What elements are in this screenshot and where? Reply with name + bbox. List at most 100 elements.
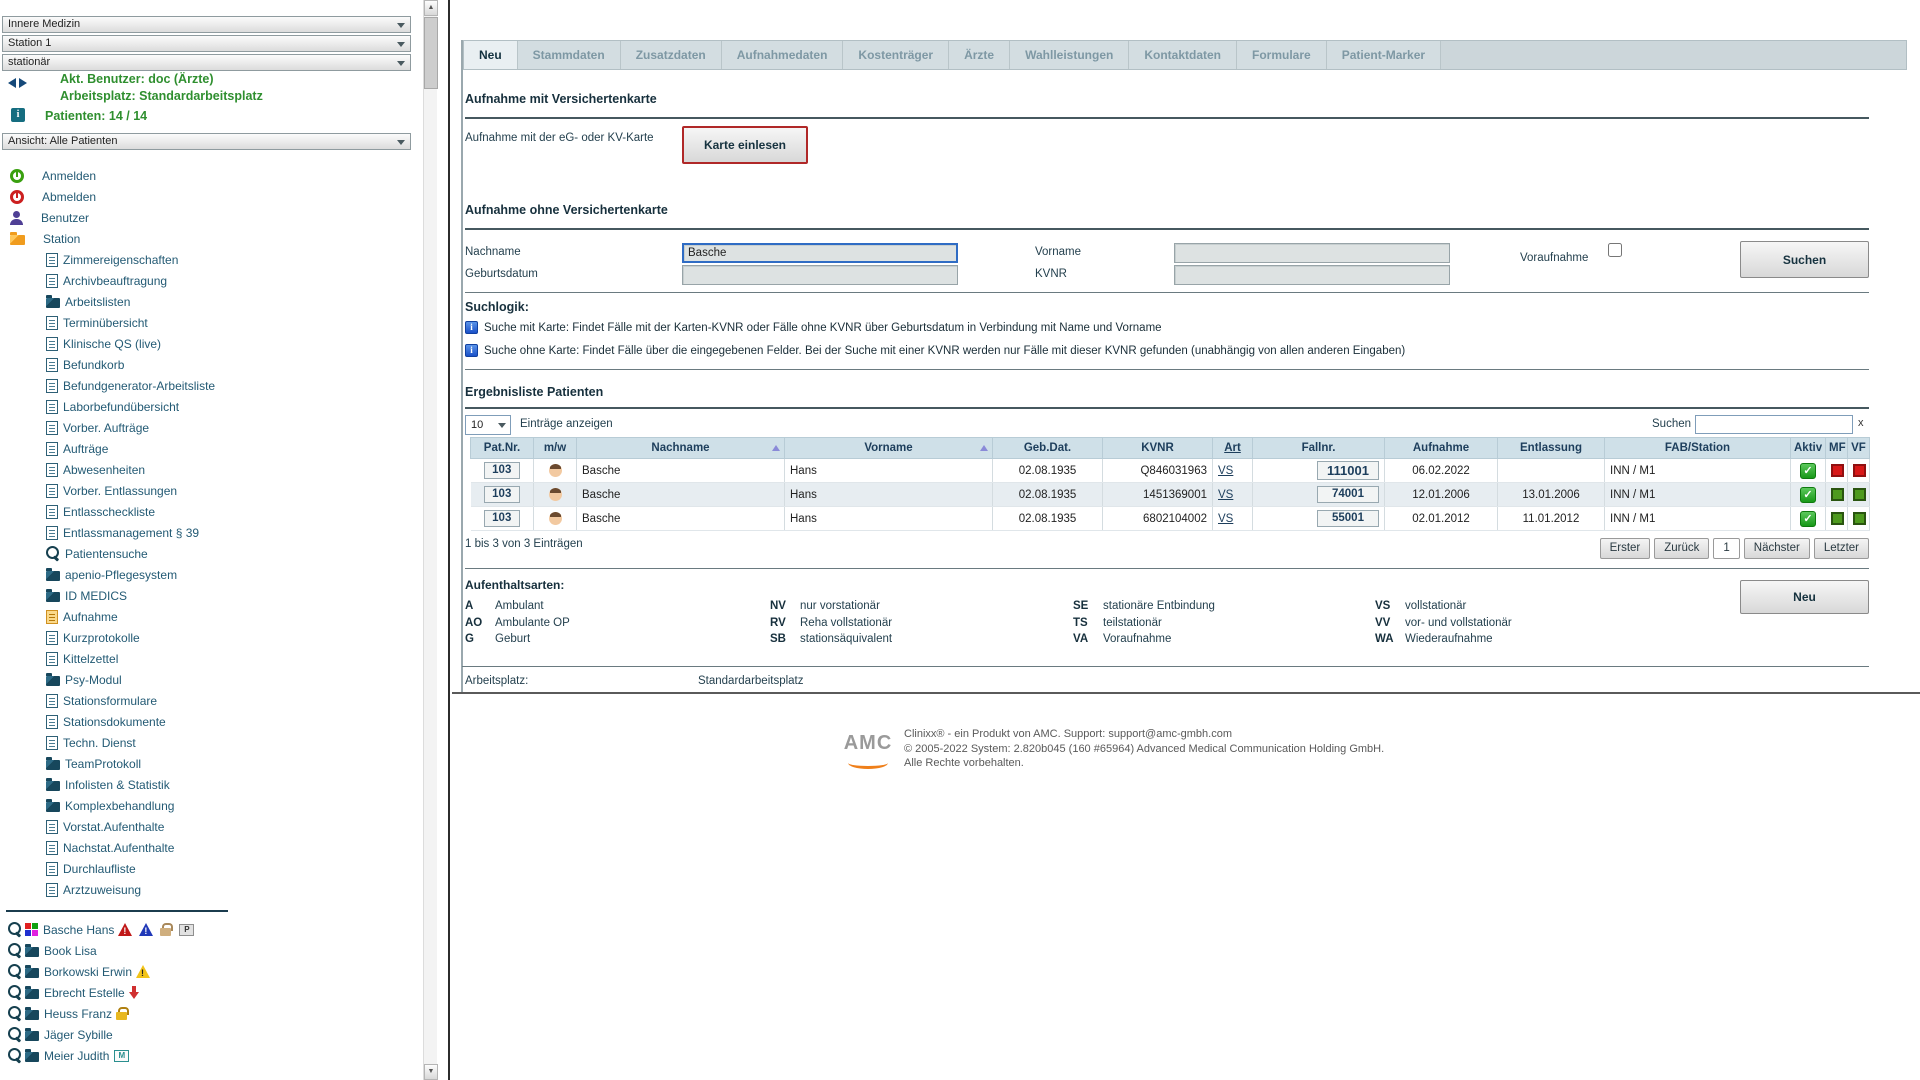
col-pat-nr[interactable]: Pat.Nr. <box>471 438 534 459</box>
sidebar-item-abwesenheiten[interactable]: Abwesenheiten <box>0 459 423 480</box>
voraufnahme-checkbox[interactable] <box>1608 243 1622 257</box>
sidebar-item-arztzuweisung[interactable]: Arztzuweisung <box>0 879 423 900</box>
scroll-down-button[interactable]: ▼ <box>424 1064 438 1080</box>
tab-aerzte[interactable]: Ärzte <box>949 41 1010 69</box>
sidebar-item-klinische-qs[interactable]: Klinische QS (live) <box>0 333 423 354</box>
tab-wahlleistungen[interactable]: Wahlleistungen <box>1010 41 1129 69</box>
sidebar-item-benutzer[interactable]: Benutzer <box>0 207 423 228</box>
clear-search-button[interactable]: x <box>1858 417 1864 429</box>
col-aufnahme[interactable]: Aufnahme <box>1385 438 1498 459</box>
art-link[interactable]: VS <box>1218 465 1233 477</box>
sidebar-item-patientensuche[interactable]: Patientensuche <box>0 543 423 564</box>
patient-list-item-basche-hans[interactable]: Basche Hans P <box>0 919 423 940</box>
tab-neu[interactable]: Neu <box>464 41 518 69</box>
sidebar-item-aufnahme[interactable]: Aufnahme <box>0 606 423 627</box>
collapse-arrows-icon[interactable] <box>8 78 30 89</box>
patient-list-item-heuss-franz[interactable]: Heuss Franz <box>0 1003 423 1024</box>
fallnr-button[interactable]: 111001 <box>1317 461 1379 480</box>
neu-button[interactable]: Neu <box>1740 580 1869 614</box>
art-link[interactable]: VS <box>1218 513 1233 525</box>
page-next-button[interactable]: Nächster <box>1744 538 1810 559</box>
care-type-select[interactable]: stationär <box>2 54 411 71</box>
patient-list-item-meier-judith[interactable]: Meier Judith M <box>0 1045 423 1066</box>
page-1-button[interactable]: 1 <box>1713 538 1739 559</box>
cell-aufnahme: 06.02.2022 <box>1385 459 1498 483</box>
vorname-input[interactable] <box>1174 243 1450 263</box>
department-select[interactable]: Innere Medizin <box>2 16 411 33</box>
sidebar-item-stationsdokumente[interactable]: Stationsdokumente <box>0 711 423 732</box>
karte-einlesen-button[interactable]: Karte einlesen <box>682 126 808 164</box>
nachname-input[interactable] <box>682 243 958 263</box>
art-link[interactable]: VS <box>1218 489 1233 501</box>
sidebar-item-vorber-auftraege[interactable]: Vorber. Aufträge <box>0 417 423 438</box>
patient-list-item-jaeger-sybille[interactable]: Jäger Sybille <box>0 1024 423 1045</box>
col-entlassung[interactable]: Entlassung <box>1498 438 1605 459</box>
fallnr-button[interactable]: 74001 <box>1317 486 1379 503</box>
patient-list-item-borkowski-erwin[interactable]: Borkowski Erwin <box>0 961 423 982</box>
sidebar-item-terminuebersicht[interactable]: Terminübersicht <box>0 312 423 333</box>
sidebar-item-befundgenerator[interactable]: Befundgenerator-Arbeitsliste <box>0 375 423 396</box>
tab-stammdaten[interactable]: Stammdaten <box>518 41 621 69</box>
sidebar-item-abmelden[interactable]: Abmelden <box>0 186 423 207</box>
pat-nr-button[interactable]: 103 <box>484 462 520 479</box>
sidebar-item-techn-dienst[interactable]: Techn. Dienst <box>0 732 423 753</box>
sidebar-item-kurzprotokolle[interactable]: Kurzprotokolle <box>0 627 423 648</box>
page-first-button[interactable]: Erster <box>1600 538 1651 559</box>
col-geb-dat[interactable]: Geb.Dat. <box>993 438 1103 459</box>
col-vorname[interactable]: Vorname <box>785 438 993 459</box>
col-fallnr[interactable]: Fallnr. <box>1253 438 1385 459</box>
sidebar-item-stationsformulare[interactable]: Stationsformulare <box>0 690 423 711</box>
sidebar-item-zimmereigenschaften[interactable]: Zimmereigenschaften <box>0 249 423 270</box>
geburtsdatum-input[interactable] <box>682 265 958 285</box>
tab-kostentraeger[interactable]: Kostenträger <box>843 41 949 69</box>
col-aktiv[interactable]: Aktiv <box>1791 438 1826 459</box>
col-kvnr[interactable]: KVNR <box>1103 438 1213 459</box>
page-last-button[interactable]: Letzter <box>1814 538 1869 559</box>
fallnr-button[interactable]: 55001 <box>1317 510 1379 527</box>
col-art[interactable]: Art <box>1213 438 1253 459</box>
pat-nr-button[interactable]: 103 <box>484 510 520 527</box>
sidebar-item-apenio[interactable]: apenio-Pflegesystem <box>0 564 423 585</box>
tab-formulare[interactable]: Formulare <box>1237 41 1327 69</box>
col-fab-station[interactable]: FAB/Station <box>1605 438 1791 459</box>
station-select[interactable]: Station 1 <box>2 35 411 52</box>
sidebar-item-auftraege[interactable]: Aufträge <box>0 438 423 459</box>
tab-kontaktdaten[interactable]: Kontaktdaten <box>1129 41 1237 69</box>
patient-list-item-book-lisa[interactable]: Book Lisa <box>0 940 423 961</box>
tab-aufnahmedaten[interactable]: Aufnahmedaten <box>722 41 844 69</box>
col-vf[interactable]: VF <box>1848 438 1870 459</box>
sidebar-item-laborbefunduebersicht[interactable]: Laborbefundübersicht <box>0 396 423 417</box>
sidebar-item-nachstat-aufenthalte[interactable]: Nachstat.Aufenthalte <box>0 837 423 858</box>
sidebar-item-teamprotokoll[interactable]: TeamProtokoll <box>0 753 423 774</box>
sidebar-item-entlassmanagement[interactable]: Entlassmanagement § 39 <box>0 522 423 543</box>
sidebar-item-durchlaufliste[interactable]: Durchlaufliste <box>0 858 423 879</box>
sidebar-item-komplexbehandlung[interactable]: Komplexbehandlung <box>0 795 423 816</box>
pat-nr-button[interactable]: 103 <box>484 486 520 503</box>
sidebar-item-entlasscheckliste[interactable]: Entlasscheckliste <box>0 501 423 522</box>
sidebar-item-archivbeauftragung[interactable]: Archivbeauftragung <box>0 270 423 291</box>
col-nachname[interactable]: Nachname <box>577 438 785 459</box>
kvnr-input[interactable] <box>1174 265 1450 285</box>
col-mw[interactable]: m/w <box>534 438 577 459</box>
sidebar-item-arbeitslisten[interactable]: Arbeitslisten <box>0 291 423 312</box>
page-prev-button[interactable]: Zurück <box>1654 538 1709 559</box>
tab-patient-marker[interactable]: Patient-Marker <box>1327 41 1441 69</box>
sidebar-item-kittelzettel[interactable]: Kittelzettel <box>0 648 423 669</box>
sidebar-item-id-medics[interactable]: ID MEDICS <box>0 585 423 606</box>
patient-list-item-ebrecht-estelle[interactable]: Ebrecht Estelle <box>0 982 423 1003</box>
table-search-input[interactable] <box>1695 415 1853 434</box>
sidebar-item-psy-modul[interactable]: Psy-Modul <box>0 669 423 690</box>
view-select[interactable]: Ansicht: Alle Patienten <box>2 133 411 150</box>
sidebar-item-station[interactable]: Station <box>0 228 423 249</box>
col-mf[interactable]: MF <box>1826 438 1848 459</box>
sidebar-item-vorber-entlassungen[interactable]: Vorber. Entlassungen <box>0 480 423 501</box>
scroll-up-button[interactable]: ▲ <box>424 0 438 16</box>
sidebar-item-anmelden[interactable]: Anmelden <box>0 165 423 186</box>
sidebar-item-befundkorb[interactable]: Befundkorb <box>0 354 423 375</box>
suchen-button[interactable]: Suchen <box>1740 241 1869 278</box>
scrollbar-thumb[interactable] <box>424 17 438 89</box>
page-size-select[interactable]: 10 <box>465 415 511 435</box>
tab-zusatzdaten[interactable]: Zusatzdaten <box>621 41 722 69</box>
sidebar-item-infolisten[interactable]: Infolisten & Statistik <box>0 774 423 795</box>
sidebar-item-vorstat-aufenthalte[interactable]: Vorstat.Aufenthalte <box>0 816 423 837</box>
